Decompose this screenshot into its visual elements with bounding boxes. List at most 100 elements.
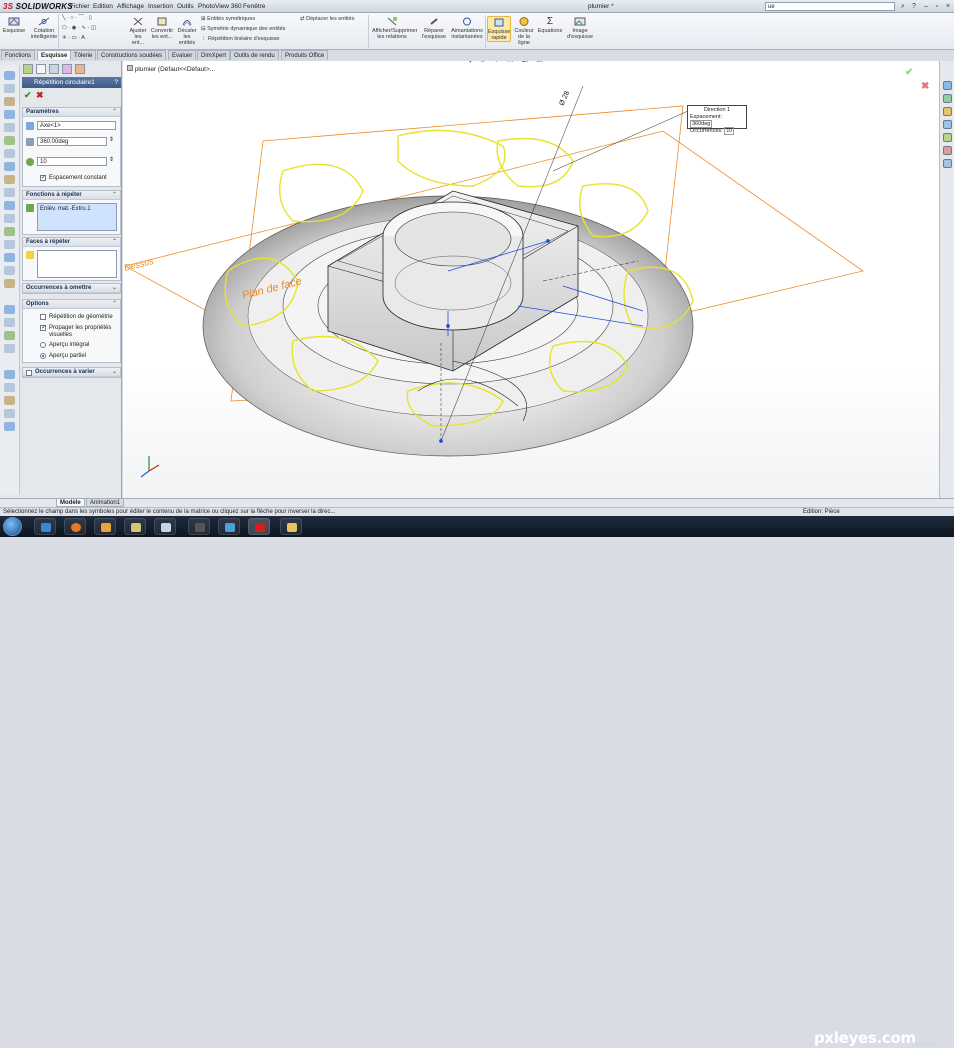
taskbar-media[interactable] [94,518,116,535]
tool-icon[interactable] [4,84,15,93]
confirm-cancel-icon[interactable]: ✖ [921,81,929,92]
sketch-shape-tools[interactable]: ⬠ · ◉ · ∿ · ◫ [62,25,96,32]
display-manager-tab[interactable] [75,64,85,74]
occurrences-value-field[interactable]: 10 [724,127,735,135]
start-button[interactable] [3,517,22,536]
collapse-icon[interactable]: ⌃ [112,191,117,200]
tool-icon[interactable] [4,214,15,223]
restore-button[interactable]: ▫ [932,2,942,11]
tab-constructions-soudees[interactable]: Constructions soudées [97,50,167,60]
tab-esquisse[interactable]: Esquisse [37,50,72,60]
decaler-button[interactable]: Décaler les entités [176,16,198,46]
center-cylinder[interactable] [382,201,524,331]
search-results-icon[interactable] [943,120,952,129]
line-color-button[interactable]: Couleur de la ligne [513,16,535,46]
features-list[interactable]: Enlèv. mat.-Extru.1 [37,203,117,231]
menu-insertion[interactable]: Insertion [148,3,173,10]
tool-icon[interactable] [4,396,15,405]
group-header[interactable]: Fonctions à répéter ⌃ [23,191,120,200]
sketch-misc-tools[interactable]: ✳ · ▭ · A [62,35,85,42]
tool-icon[interactable] [4,240,15,249]
tool-icon[interactable] [4,175,15,184]
home-icon[interactable] [943,81,952,90]
collapse-icon[interactable]: ⌃ [112,300,117,309]
angle-spinner[interactable]: ⇕ [109,137,114,144]
linear-pattern-button[interactable]: ⋮ Répétition linéaire d'esquisse [201,36,279,43]
tool-icon[interactable] [4,409,15,418]
solidworks-logo[interactable]: 3S SOLIDWORKS [3,2,73,11]
feature-manager-tab[interactable] [23,64,33,74]
cotation-button[interactable]: Cotation intelligente [28,16,60,40]
angle-field[interactable]: 360.00deg [37,137,107,146]
menu-fichier[interactable]: Fichier [70,3,90,10]
taskbar-app2[interactable] [218,518,240,535]
file-explorer-icon[interactable] [943,107,952,116]
feature-tree-root[interactable]: plumier (Défaut<<Défaut>... [127,65,215,73]
sketch-picture-button[interactable]: Image d'esquisse [565,16,595,40]
quick-snaps-button[interactable]: Aimantations instantanées [450,16,484,40]
menu-fenetre[interactable]: Fenêtre [243,3,265,10]
tab-animation[interactable]: Animation1 [86,499,125,507]
expand-icon[interactable]: ⌄ [112,368,117,377]
tool-icon[interactable] [4,305,15,314]
tool-icon[interactable] [4,383,15,392]
tool-icon[interactable] [4,110,15,119]
tab-tolerie[interactable]: Tôlerie [70,50,97,60]
spacing-value-field[interactable]: 360deg [690,120,713,128]
symmetric-entities-button[interactable]: ⊞ Entités symétriques [201,16,255,23]
model-view[interactable]: Plan de face Dessus Ø 28 [123,61,939,498]
tool-icon[interactable] [4,136,15,145]
taskbar-solidworks[interactable] [248,518,270,535]
taskbar-calc[interactable] [154,518,176,535]
tool-icon[interactable] [4,71,15,80]
instances-field[interactable]: 10 [37,157,107,166]
menu-affichage[interactable]: Affichage [117,3,144,10]
equations-button[interactable]: Σ Equations [537,16,563,34]
collapse-icon[interactable]: ⌃ [112,108,117,117]
search-input[interactable]: ue [765,2,895,11]
partial-preview-radio[interactable] [40,353,46,359]
move-entities-button[interactable]: ⇄ Déplacer les entités [300,16,354,23]
group-header[interactable]: Paramètres ⌃ [23,108,120,117]
tool-icon[interactable] [4,422,15,431]
display-relations-button[interactable]: Afficher/Supprimer les relations [372,16,417,40]
equal-spacing-checkbox[interactable]: ✓ [40,175,46,181]
tool-icon[interactable] [4,253,15,262]
view-orientation-icons[interactable]: 🔍 ◎ ◈ ⬚ ◧ ◩ ◐ ⌖ [463,61,570,64]
library-icon[interactable] [943,94,952,103]
tab-evaluer[interactable]: Evaluer [168,50,197,60]
tool-icon[interactable] [4,318,15,327]
ok-button[interactable]: ✔ [24,90,32,101]
group-header[interactable]: Faces à répéter ⌃ [23,238,120,247]
tool-icon[interactable] [4,370,15,379]
help-icon[interactable]: ? [114,77,118,88]
cancel-button[interactable]: ✖ [36,90,44,101]
tool-icon[interactable] [4,97,15,106]
dimxpert-manager-tab[interactable] [62,64,72,74]
confirm-ok-icon[interactable]: ✔ [905,67,913,78]
pattern-callout[interactable]: Direction 1 Espacement: 360deg Occurrenc… [687,105,747,135]
tool-icon[interactable] [4,279,15,288]
custom-properties-icon[interactable] [943,159,952,168]
tab-outils-de-rendu[interactable]: Outils de rendu [230,50,279,60]
group-header[interactable]: Occurrences à varier ⌄ [23,368,120,377]
diameter-dimension[interactable]: Ø 28 [558,90,571,107]
convertir-button[interactable]: Convertir les ent... [150,16,174,40]
appearances-icon[interactable] [943,146,952,155]
minimize-button[interactable]: – [921,2,931,11]
full-preview-radio[interactable] [40,342,46,348]
help-icon[interactable]: ? [909,2,919,11]
propagate-checkbox[interactable]: ✓ [40,325,46,331]
tool-icon[interactable] [4,149,15,158]
tool-icon[interactable] [4,227,15,236]
menu-outils[interactable]: Outils [177,3,194,10]
taskbar-firefox[interactable] [64,518,86,535]
menu-edition[interactable]: Edition [93,3,113,10]
graphics-viewport[interactable]: Plan de face Dessus Ø 28 plumier (Défaut… [123,61,939,498]
rapid-sketch-button[interactable]: Esquisse rapide [487,16,511,42]
view-palette-icon[interactable] [943,133,952,142]
geometry-pattern-checkbox[interactable] [40,314,46,320]
tool-icon[interactable] [4,331,15,340]
collapse-icon[interactable]: ⌃ [112,238,117,247]
repair-sketch-button[interactable]: Réparer l'esquisse [420,16,448,40]
